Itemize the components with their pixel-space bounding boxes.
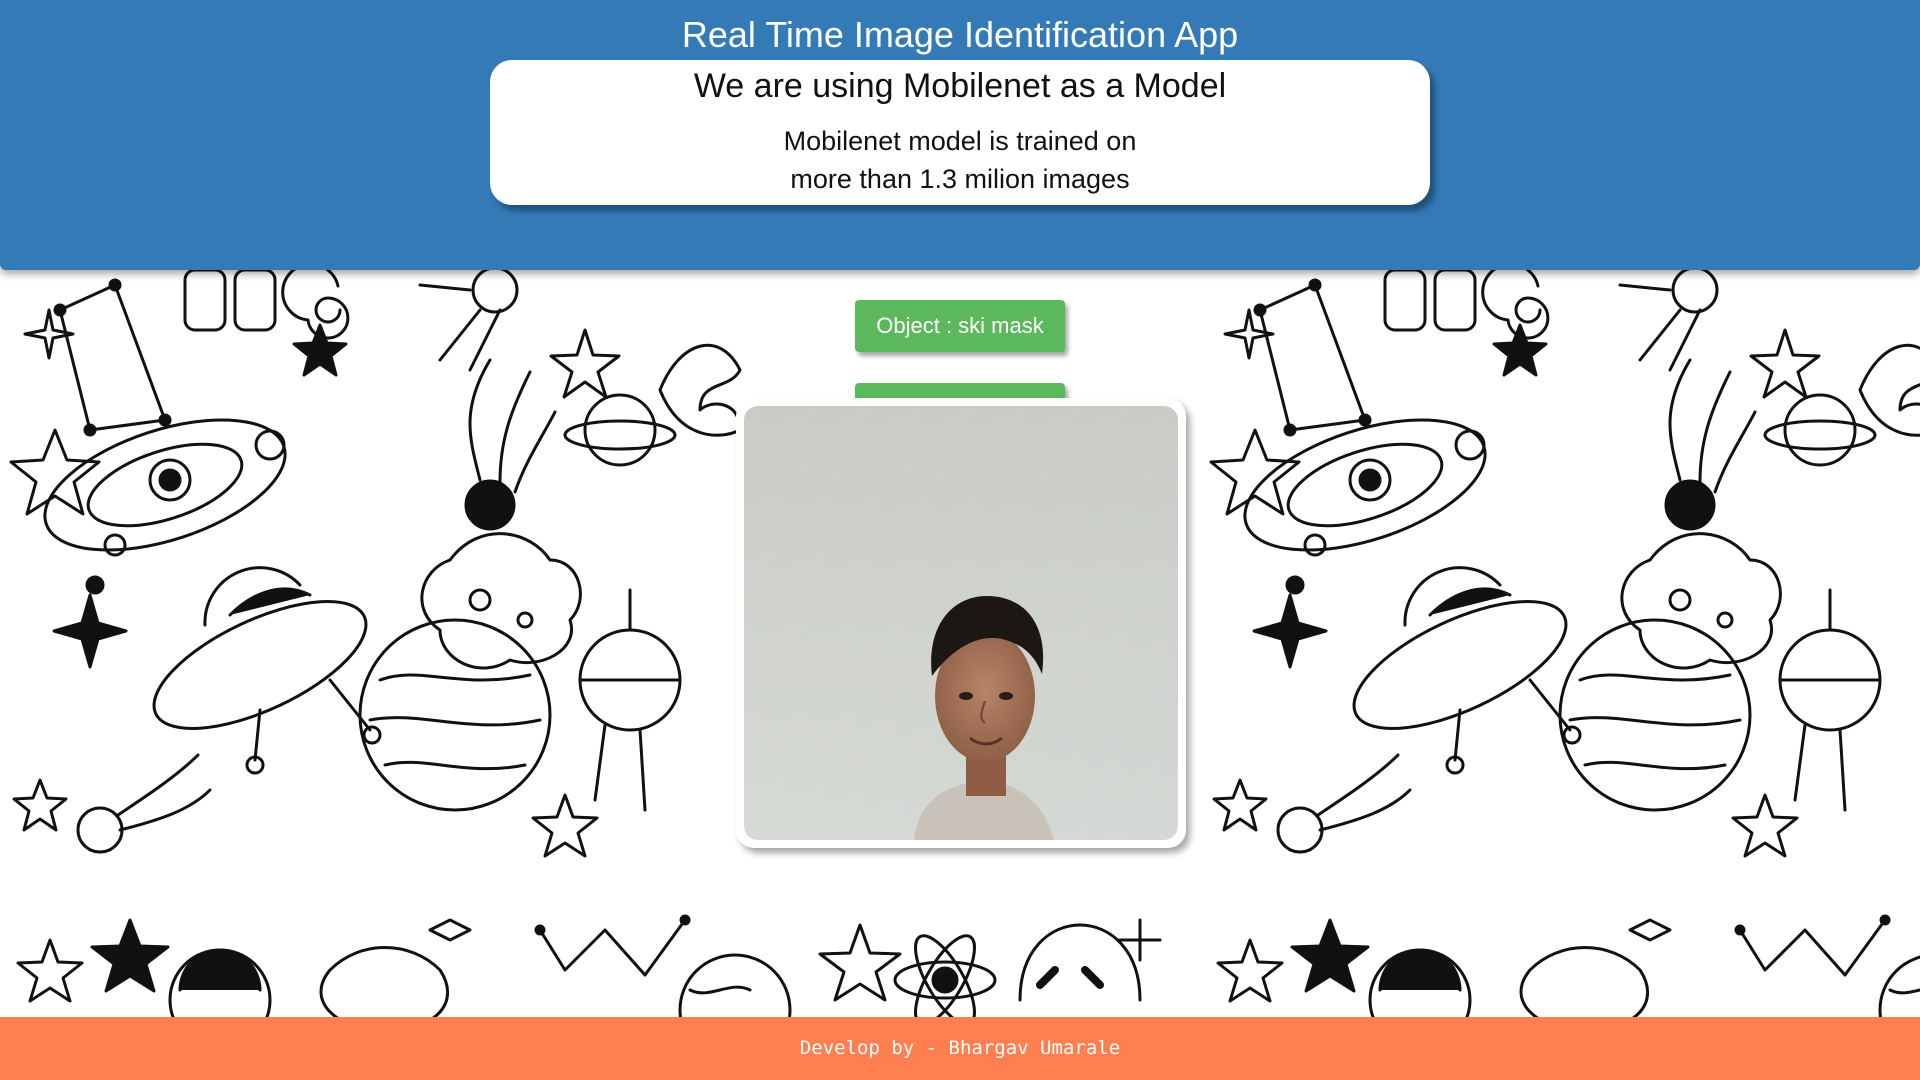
app-header: Real Time Image Identification App We ar…	[0, 0, 1920, 270]
model-description: Mobilenet model is trained on more than …	[750, 122, 1170, 198]
footer-credit: Develop by - Bhargav Umarale	[799, 1037, 1121, 1059]
model-desc-line-1: Mobilenet model is trained on	[783, 126, 1137, 156]
model-info-card: We are using Mobilenet as a Model Mobile…	[490, 60, 1430, 205]
model-heading: We are using Mobilenet as a Model	[693, 67, 1227, 105]
app-footer: Develop by - Bhargav Umarale	[0, 1017, 1920, 1080]
model-desc-line-2: more than 1.3 milion images	[790, 164, 1130, 194]
prediction-object-button[interactable]: Object : ski mask	[855, 300, 1065, 352]
webcam-feed	[744, 406, 1178, 840]
webcam-frame	[736, 398, 1186, 848]
app-title: Real Time Image Identification App	[681, 14, 1239, 55]
